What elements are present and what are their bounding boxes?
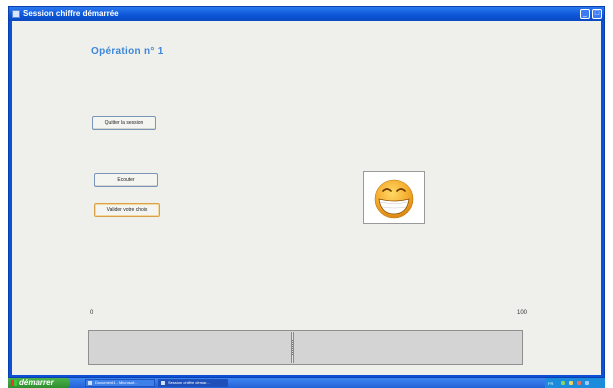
scale-max-label: 100 xyxy=(517,310,528,316)
clock-icon[interactable] xyxy=(585,381,589,385)
taskbar-item-session[interactable]: Session chiffre démar... xyxy=(158,379,228,387)
listen-button[interactable]: Ecouter xyxy=(94,173,158,187)
minimize-button[interactable]: _ xyxy=(580,9,590,19)
quit-session-button[interactable]: Quitter la session xyxy=(92,116,156,130)
word-document-icon xyxy=(88,381,92,385)
value-slider[interactable] xyxy=(88,330,523,365)
client-area: Opération n° 1 Quitter la session Ecoute… xyxy=(12,21,601,375)
scale-min-label: 0 xyxy=(90,310,94,316)
validate-choice-button[interactable]: Valider votre choix xyxy=(94,203,160,217)
feedback-panel xyxy=(363,171,425,224)
windows-logo-icon xyxy=(11,380,17,386)
title-bar[interactable]: Session chiffre démarrée _ □ xyxy=(9,7,604,21)
maximize-button[interactable]: □ xyxy=(592,9,602,19)
slider-thumb[interactable] xyxy=(291,332,294,363)
language-indicator[interactable]: FR xyxy=(548,381,553,386)
taskbar-item-label: Session chiffre démar... xyxy=(168,380,210,385)
operation-title: Opération n° 1 xyxy=(91,46,164,57)
volume-icon[interactable] xyxy=(569,381,573,385)
taskbar: démarrer Document1 - Microsof... Session… xyxy=(8,378,605,388)
start-button[interactable]: démarrer xyxy=(8,378,70,388)
start-label: démarrer xyxy=(19,378,54,387)
network-icon[interactable] xyxy=(561,381,565,385)
window-title: Session chiffre démarrée xyxy=(23,9,119,18)
taskbar-item-label: Document1 - Microsof... xyxy=(95,380,138,385)
laughing-smiley-icon xyxy=(374,179,414,219)
app-icon xyxy=(12,10,20,18)
app-window-icon xyxy=(161,381,165,385)
system-tray: FR xyxy=(545,378,605,388)
security-icon[interactable] xyxy=(577,381,581,385)
app-window: Session chiffre démarrée _ □ Opération n… xyxy=(8,6,605,378)
taskbar-item-document[interactable]: Document1 - Microsof... xyxy=(85,379,155,387)
